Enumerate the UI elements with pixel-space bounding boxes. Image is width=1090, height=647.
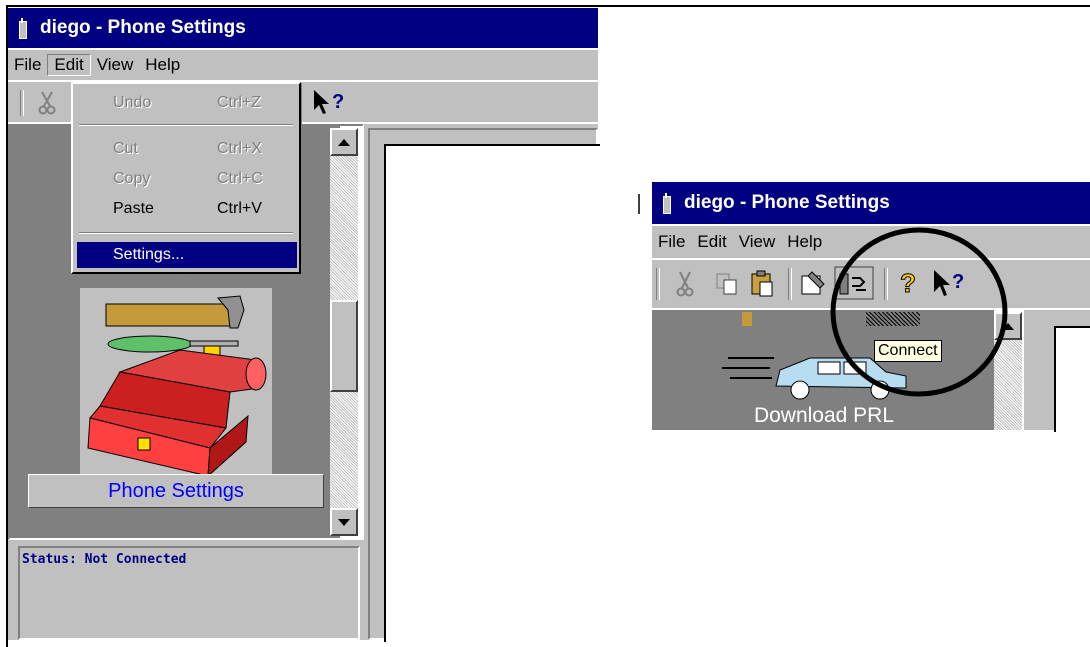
- toolbar-grip: [20, 90, 24, 116]
- scroll-up-button[interactable]: [330, 128, 358, 156]
- download-prl-label[interactable]: Download PRL: [734, 404, 914, 428]
- menu-separator: [79, 232, 293, 234]
- left-menu-bar: File Edit View Help: [8, 50, 598, 80]
- menu-item-paste[interactable]: Paste Ctrl+V: [77, 196, 297, 222]
- cut-icon[interactable]: [674, 270, 698, 298]
- right-inset-bottom-edge: [636, 430, 1090, 434]
- status-box: Status: Not Connected: [18, 546, 360, 640]
- properties-icon[interactable]: [798, 268, 828, 298]
- phone-app-icon: [660, 193, 672, 214]
- highlight-circle: [830, 227, 1008, 397]
- cut-icon[interactable]: [36, 90, 60, 116]
- right-menu-view[interactable]: View: [733, 232, 782, 252]
- toolbar-separator: [788, 268, 792, 300]
- prl-partial-icon: [742, 312, 752, 326]
- left-title-bar: diego - Phone Settings: [8, 8, 598, 48]
- menu-item-settings[interactable]: Settings...: [77, 242, 297, 268]
- right-window-title: diego - Phone Settings: [684, 192, 890, 213]
- phone-settings-label-box[interactable]: Phone Settings: [28, 474, 324, 508]
- inset-left-edge: [636, 182, 652, 242]
- scroll-down-button[interactable]: [330, 508, 358, 536]
- scroll-thumb[interactable]: [330, 300, 358, 392]
- arrow-up-icon: [338, 139, 350, 146]
- paste-icon[interactable]: [748, 268, 776, 298]
- right-title-bar: diego - Phone Settings: [652, 182, 1090, 224]
- menu-separator: [79, 124, 293, 126]
- right-menu-edit[interactable]: Edit: [691, 232, 732, 252]
- menu-item-copy[interactable]: Copy Ctrl+C: [77, 166, 297, 192]
- right-menu-file[interactable]: File: [652, 232, 691, 252]
- menu-item-cut[interactable]: Cut Ctrl+X: [77, 136, 297, 162]
- left-window-title: diego - Phone Settings: [40, 17, 246, 38]
- context-help-icon[interactable]: ?: [312, 88, 352, 118]
- phone-settings-label: Phone Settings: [108, 479, 244, 502]
- status-text: Status: Not Connected: [22, 552, 187, 567]
- svg-text:?: ?: [332, 91, 344, 113]
- toolbar-grip: [656, 268, 660, 300]
- right-menu-help[interactable]: Help: [781, 232, 828, 252]
- menu-help[interactable]: Help: [139, 55, 186, 75]
- copy-icon[interactable]: [714, 270, 742, 298]
- arrow-down-icon: [338, 519, 350, 526]
- right-content-canvas: [1054, 326, 1090, 432]
- menu-file[interactable]: File: [8, 55, 47, 75]
- edit-dropdown-menu: Undo Ctrl+Z Cut Ctrl+X Copy Ctrl+C Paste…: [71, 82, 301, 274]
- toolbox-icon: [87, 295, 267, 478]
- left-content-canvas: [384, 144, 600, 642]
- menu-item-undo[interactable]: Undo Ctrl+Z: [77, 90, 297, 116]
- menu-edit[interactable]: Edit: [47, 54, 91, 76]
- phone-app-icon: [16, 18, 28, 39]
- menu-view[interactable]: View: [91, 55, 140, 75]
- phone-settings-icon-tile[interactable]: [80, 288, 272, 478]
